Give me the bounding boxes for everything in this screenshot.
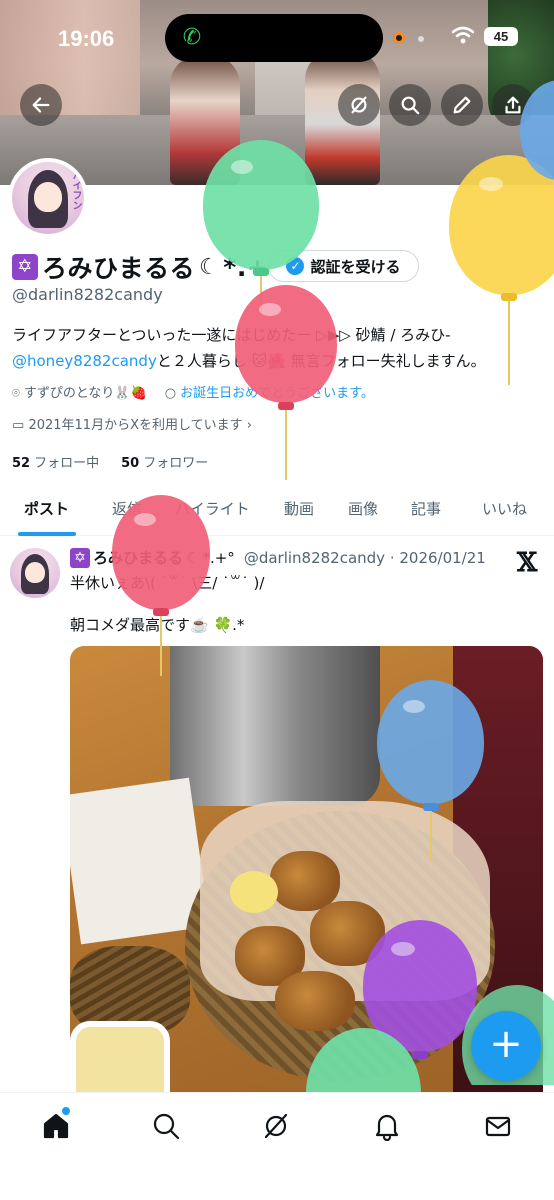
- get-verified-label: 認証を受ける: [310, 257, 401, 276]
- photo-fried-chicken: [275, 971, 355, 1031]
- tab-videos[interactable]: 動画: [284, 498, 314, 519]
- tab-articles[interactable]: 記事: [411, 498, 441, 519]
- mic-indicator-icon: [418, 36, 424, 42]
- tab-posts[interactable]: ポスト: [24, 498, 69, 519]
- bio-mention-link[interactable]: @honey8282candy: [12, 352, 157, 370]
- nav-home[interactable]: [41, 1111, 71, 1141]
- follow-stats: 52 フォロー中 50 フォロワー: [12, 452, 208, 471]
- following-link[interactable]: 52 フォロー中: [12, 452, 99, 471]
- post-avatar-face: [25, 562, 45, 583]
- status-time: 19:06: [58, 26, 115, 51]
- home-icon: [43, 1113, 69, 1139]
- post-star-emoji-icon: ✡: [70, 547, 90, 568]
- phone-icon: ✆: [182, 25, 202, 50]
- star-emoji-icon: ✡: [12, 254, 38, 280]
- tab-images[interactable]: 画像: [348, 498, 378, 519]
- photo-fried-chicken: [270, 851, 340, 911]
- balloon-pink: [235, 285, 337, 480]
- tab-likes[interactable]: いいね: [482, 498, 527, 519]
- location-text: すずぴのとなり🐰🍓: [23, 386, 147, 401]
- grok-icon: [351, 96, 367, 114]
- tab-active-indicator: [18, 532, 76, 536]
- avatar-text: ハイフン: [70, 170, 81, 210]
- post-handle-date: @darlin8282candy · 2026/01/21: [243, 548, 486, 567]
- compose-post-button[interactable]: +: [471, 1011, 541, 1081]
- balloon-blue: [377, 680, 484, 880]
- mail-icon: [485, 1116, 511, 1137]
- balloon-green-2: [306, 1028, 421, 1092]
- followers-count: 50: [121, 456, 140, 471]
- location-pin-icon: ⌾: [12, 386, 20, 401]
- bottom-navigation: [0, 1092, 554, 1200]
- profile-handle: @darlin8282candy: [12, 285, 163, 304]
- camera-indicator-icon: [393, 32, 405, 44]
- balloon-icon: ○: [164, 386, 177, 401]
- following-count: 52: [12, 456, 31, 471]
- following-label: フォロー中: [34, 456, 100, 471]
- followers-label: フォロワー: [143, 456, 209, 471]
- nav-search[interactable]: [151, 1111, 181, 1141]
- search-icon: [401, 96, 420, 115]
- battery-icon: 45: [484, 27, 518, 46]
- grok-button[interactable]: [338, 84, 380, 126]
- dynamic-island: ✆: [165, 14, 383, 62]
- search-icon: [153, 1113, 180, 1140]
- search-button[interactable]: [389, 84, 431, 126]
- nav-notifications[interactable]: [372, 1111, 402, 1142]
- profile-avatar[interactable]: ハイフン: [8, 158, 88, 238]
- photo-lemon: [230, 871, 278, 913]
- wifi-icon: [452, 26, 474, 44]
- back-button[interactable]: [20, 84, 62, 126]
- post-avatar[interactable]: [10, 548, 60, 598]
- profile-tabs: ポスト 返信 ハイライト 動画 画像 記事 いいね: [0, 486, 554, 536]
- edit-button[interactable]: [441, 84, 483, 126]
- home-notification-dot: [62, 1107, 70, 1115]
- balloon-blue-edge: [520, 80, 554, 190]
- pencil-icon: [453, 96, 471, 114]
- grok-icon: [264, 1113, 288, 1139]
- bell-icon: [375, 1114, 399, 1142]
- nav-messages[interactable]: [483, 1111, 513, 1141]
- x-logo-icon: 𝕏: [517, 548, 538, 578]
- followers-link[interactable]: 50 フォロワー: [121, 452, 208, 471]
- profile-name-text: ろみひまるる: [42, 254, 196, 283]
- location-item: ⌾ すずぴのとなり🐰🍓: [12, 382, 147, 401]
- avatar-face: [34, 182, 62, 212]
- status-bar: 19:06 ✆ 45: [0, 0, 554, 76]
- nav-grok[interactable]: [261, 1111, 291, 1141]
- calendar-icon: ▭: [12, 418, 25, 433]
- balloon-pink-2: [112, 495, 210, 685]
- back-arrow-icon: [32, 97, 50, 113]
